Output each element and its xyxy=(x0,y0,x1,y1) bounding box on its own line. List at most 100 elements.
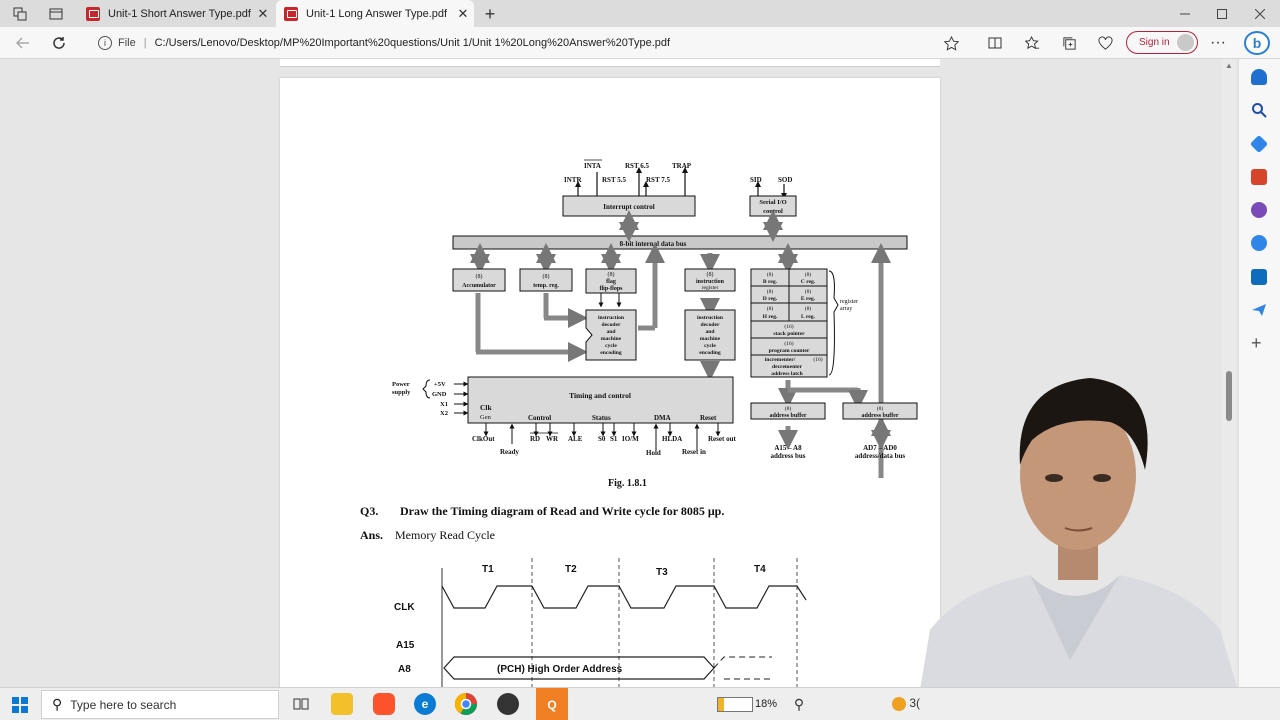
svg-text:H reg.: H reg. xyxy=(763,314,778,320)
close-window-button[interactable] xyxy=(1245,4,1275,24)
file-explorer-icon[interactable] xyxy=(331,693,353,715)
sign-in-label: Sign in xyxy=(1139,37,1170,48)
svg-text:(8): (8) xyxy=(877,405,884,412)
task-view-icon[interactable] xyxy=(290,693,312,715)
recorder-icon[interactable] xyxy=(497,693,519,715)
address-label: (PCH) High Order Address xyxy=(497,664,623,675)
scroll-up-icon[interactable]: ▲ xyxy=(1225,61,1233,70)
svg-text:Control: Control xyxy=(528,414,551,422)
sign-in-button[interactable]: Sign in xyxy=(1126,31,1198,54)
battery-indicator[interactable]: 18% xyxy=(717,695,777,713)
brave-icon[interactable] xyxy=(373,693,395,715)
url-text: C:/Users/Lenovo/Desktop/MP%20Important%2… xyxy=(154,37,671,49)
browser-essentials-icon[interactable] xyxy=(1094,33,1116,53)
svg-text:ClkOut: ClkOut xyxy=(472,435,495,443)
svg-text:E reg.: E reg. xyxy=(801,296,816,302)
taskbar-search-placeholder: Type here to search xyxy=(70,697,177,712)
office-icon[interactable] xyxy=(1251,235,1267,251)
svg-text:control: control xyxy=(763,208,783,215)
answer-line: Ans. Memory Read Cycle xyxy=(360,528,495,543)
svg-text:program counter: program counter xyxy=(769,348,810,354)
refresh-icon[interactable] xyxy=(48,33,70,53)
svg-text:register: register xyxy=(840,299,858,305)
search-icon[interactable] xyxy=(1251,102,1267,118)
svg-text:(8): (8) xyxy=(608,271,615,278)
favorite-star-icon[interactable] xyxy=(940,33,962,53)
svg-text:stack pointer: stack pointer xyxy=(773,331,805,337)
svg-text:address latch: address latch xyxy=(771,371,803,377)
svg-text:(8): (8) xyxy=(707,271,714,278)
question-heading: Q3. Draw the Timing diagram of Read and W… xyxy=(360,504,724,519)
weather-icon xyxy=(892,696,906,711)
svg-text:IO/M: IO/M xyxy=(622,435,639,443)
svg-text:D reg.: D reg. xyxy=(763,296,778,302)
svg-text:cycle: cycle xyxy=(605,343,617,349)
url-separator: | xyxy=(143,37,147,49)
state-t3: T3 xyxy=(656,567,668,578)
svg-text:address/data bus: address/data bus xyxy=(855,452,906,460)
svg-text:and: and xyxy=(606,329,616,335)
chrome-icon[interactable] xyxy=(455,693,477,715)
back-icon[interactable] xyxy=(12,33,34,53)
drop-icon[interactable] xyxy=(1251,302,1267,318)
temp-reg-label: temp. reg. xyxy=(533,283,559,289)
svg-text:HLDA: HLDA xyxy=(662,435,682,443)
close-tab-icon[interactable]: ✕ xyxy=(452,6,474,22)
svg-text:Status: Status xyxy=(592,414,611,422)
copilot-icon[interactable]: b xyxy=(1244,31,1270,55)
svg-text:L reg.: L reg. xyxy=(801,314,815,320)
tools-icon[interactable] xyxy=(1251,169,1267,185)
edge-icon[interactable]: e xyxy=(414,693,436,715)
new-tab-button[interactable]: + xyxy=(480,4,500,24)
add-sidebar-app-icon[interactable]: + xyxy=(1251,333,1262,354)
timing-diagram: T1 T2 T3 T4 CLK A15 A8 (PCH) High Order … xyxy=(394,558,807,687)
close-tab-icon[interactable]: ✕ xyxy=(252,6,274,22)
tab-actions-icon[interactable] xyxy=(46,4,66,24)
signal-a15: A15 xyxy=(396,640,415,651)
split-screen-icon[interactable] xyxy=(984,33,1006,53)
svg-text:S0: S0 xyxy=(598,435,606,443)
svg-text:Ready: Ready xyxy=(500,448,520,456)
internal-bus-label: 8-bit internal data bus xyxy=(620,240,687,248)
games-icon[interactable] xyxy=(1251,202,1267,218)
tab-long-answer[interactable]: Unit-1 Long Answer Type.pdf ✕ xyxy=(276,0,474,27)
people-icon[interactable]: ⚲ xyxy=(788,693,810,715)
info-icon[interactable]: i xyxy=(98,36,112,50)
svg-text:AD7 – AD0: AD7 – AD0 xyxy=(863,444,897,452)
block-diagram-8085: INTA RST 6.5 TRAP INTR RST 5.5 RST 7.5 S… xyxy=(392,159,918,478)
weather-text: 3( xyxy=(909,696,921,710)
svg-text:GND: GND xyxy=(432,391,447,398)
svg-text:array: array xyxy=(840,306,852,312)
q-app-icon[interactable]: Q xyxy=(536,688,568,720)
svg-text:(8): (8) xyxy=(767,288,774,295)
svg-text:and: and xyxy=(705,329,715,335)
url-scheme-label: File xyxy=(118,37,136,49)
address-buffer-1-label: address buffer xyxy=(769,413,806,419)
clk-waveform xyxy=(441,585,807,609)
weather-widget[interactable]: 3( xyxy=(892,696,920,711)
more-menu-icon[interactable]: ··· xyxy=(1207,33,1229,53)
sig-rst75: RST 7.5 xyxy=(646,176,670,184)
question-number: Q3. xyxy=(360,504,379,518)
signal-a8: A8 xyxy=(398,664,411,675)
maximize-button[interactable] xyxy=(1207,4,1237,24)
battery-icon xyxy=(717,696,753,712)
outlook-icon[interactable] xyxy=(1251,269,1267,285)
tab-short-answer[interactable]: Unit-1 Short Answer Type.pdf ✕ xyxy=(78,0,274,27)
taskbar-search-input[interactable]: ⚲ Type here to search xyxy=(41,690,279,719)
svg-text:address bus: address bus xyxy=(770,452,805,460)
svg-text:S1: S1 xyxy=(610,435,618,443)
state-t2: T2 xyxy=(565,564,577,575)
svg-text:+5V: +5V xyxy=(434,381,446,388)
url-field[interactable]: i File | C:/Users/Lenovo/Desktop/MP%20Im… xyxy=(92,31,972,55)
favorites-icon[interactable] xyxy=(1021,33,1043,53)
shopping-icon[interactable] xyxy=(1249,134,1269,154)
taskbar: ⚲ Type here to search e Q 18% ⚲ 3( xyxy=(0,687,1280,720)
workspaces-icon[interactable] xyxy=(10,4,30,24)
collections-icon[interactable] xyxy=(1058,33,1080,53)
notifications-icon[interactable] xyxy=(1251,69,1267,85)
minimize-button[interactable] xyxy=(1170,4,1200,24)
svg-text:Reset in: Reset in xyxy=(682,448,706,456)
windows-start-icon[interactable] xyxy=(12,697,28,713)
svg-text:C reg.: C reg. xyxy=(801,279,816,285)
